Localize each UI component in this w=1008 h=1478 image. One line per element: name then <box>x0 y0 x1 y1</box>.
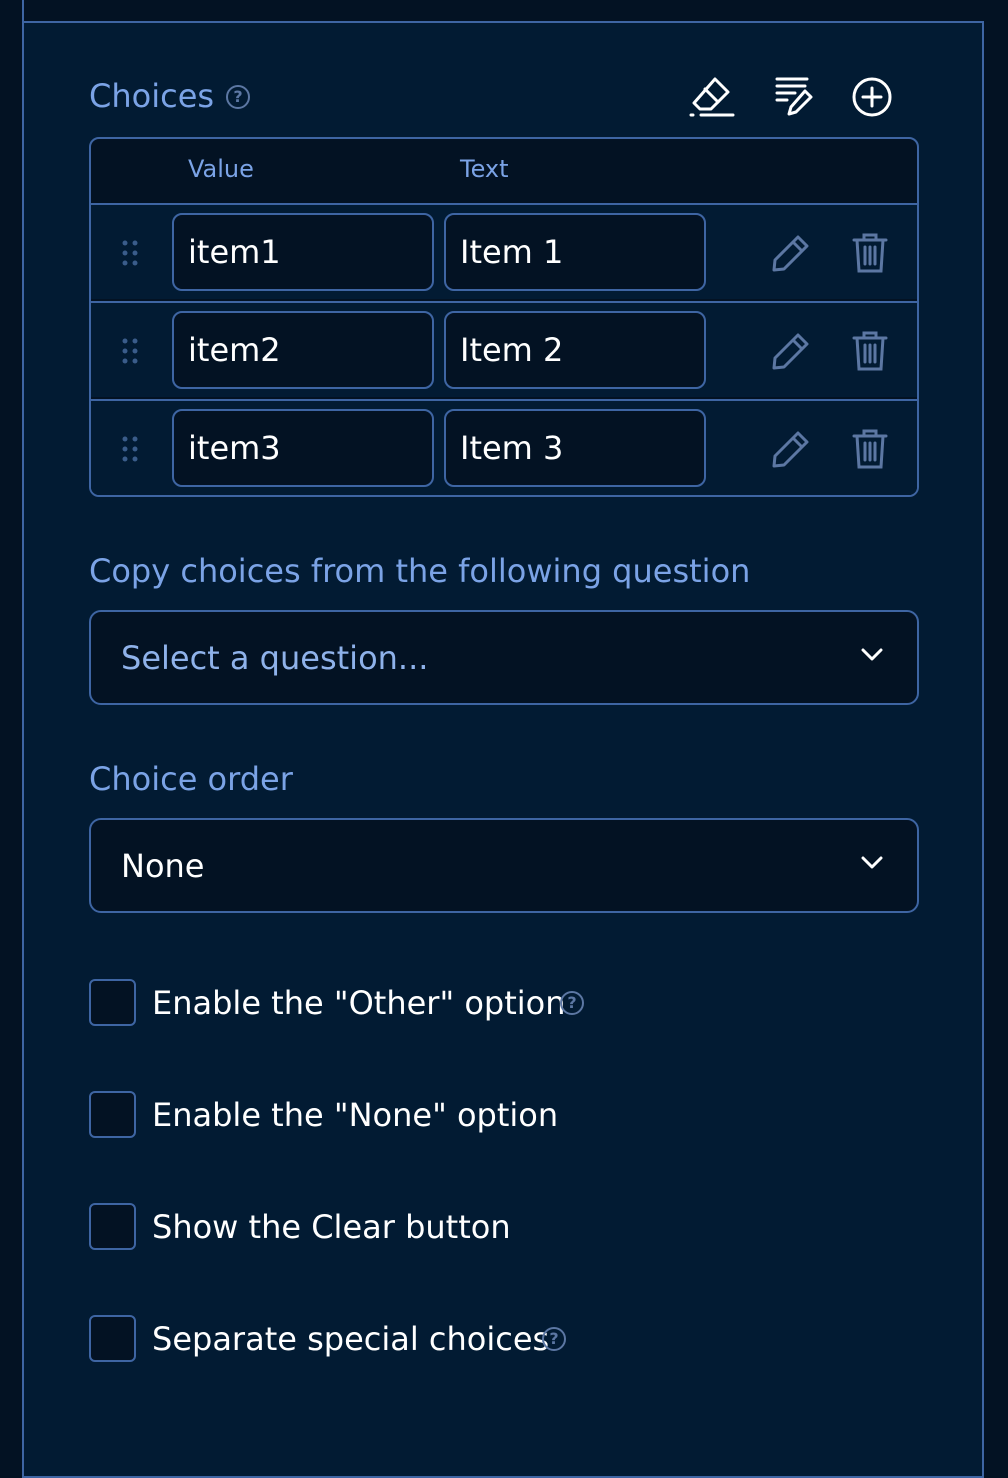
checkbox[interactable] <box>89 1203 136 1250</box>
panel-header-strip <box>24 0 984 23</box>
checkbox-label: Show the Clear button <box>152 1208 511 1246</box>
question-circle-icon[interactable]: ? <box>226 85 250 109</box>
checkbox[interactable] <box>89 1091 136 1138</box>
drag-handle-icon[interactable] <box>121 435 141 463</box>
chevron-down-icon <box>861 648 883 661</box>
trash-icon[interactable] <box>852 233 888 273</box>
column-header-value: Value <box>188 155 254 183</box>
choice-text-input[interactable]: Item 3 <box>444 409 706 487</box>
question-circle-icon[interactable]: ? <box>542 1327 566 1351</box>
choice-order-label: Choice order <box>89 760 293 798</box>
choices-table: Value Text item1 Item 1 item2 Item 2 ite… <box>89 137 919 497</box>
pencil-icon[interactable] <box>771 429 811 469</box>
drag-handle-icon[interactable] <box>121 337 141 365</box>
add-circle-icon[interactable] <box>851 76 893 118</box>
table-row: item1 Item 1 <box>91 203 917 299</box>
trash-icon[interactable] <box>852 331 888 371</box>
choice-value-input[interactable]: item2 <box>172 311 434 389</box>
column-header-text: Text <box>460 155 509 183</box>
copy-choices-placeholder: Select a question... <box>121 639 429 677</box>
choice-order-dropdown[interactable]: None <box>89 818 919 913</box>
drag-handle-icon[interactable] <box>121 239 141 267</box>
choice-value-input[interactable]: item3 <box>172 409 434 487</box>
table-row: item3 Item 3 <box>91 399 917 495</box>
trash-icon[interactable] <box>852 429 888 469</box>
checkbox-label: Enable the "None" option <box>152 1096 559 1134</box>
choice-text-input[interactable]: Item 2 <box>444 311 706 389</box>
question-circle-icon[interactable]: ? <box>560 991 584 1015</box>
checkbox-label: Separate special choices <box>152 1320 550 1358</box>
checkbox-label: Enable the "Other" option <box>152 984 566 1022</box>
copy-choices-dropdown[interactable]: Select a question... <box>89 610 919 705</box>
bulk-edit-icon[interactable] <box>774 76 814 118</box>
pencil-icon[interactable] <box>771 331 811 371</box>
copy-choices-label: Copy choices from the following question <box>89 552 751 590</box>
table-row: item2 Item 2 <box>91 301 917 397</box>
choices-title: Choices <box>89 77 215 115</box>
checkbox[interactable] <box>89 979 136 1026</box>
choice-value-input[interactable]: item1 <box>172 213 434 291</box>
eraser-icon[interactable] <box>689 74 735 118</box>
chevron-down-icon <box>861 856 883 869</box>
checkbox[interactable] <box>89 1315 136 1362</box>
choice-order-value: None <box>121 847 205 885</box>
pencil-icon[interactable] <box>771 233 811 273</box>
choice-text-input[interactable]: Item 1 <box>444 213 706 291</box>
